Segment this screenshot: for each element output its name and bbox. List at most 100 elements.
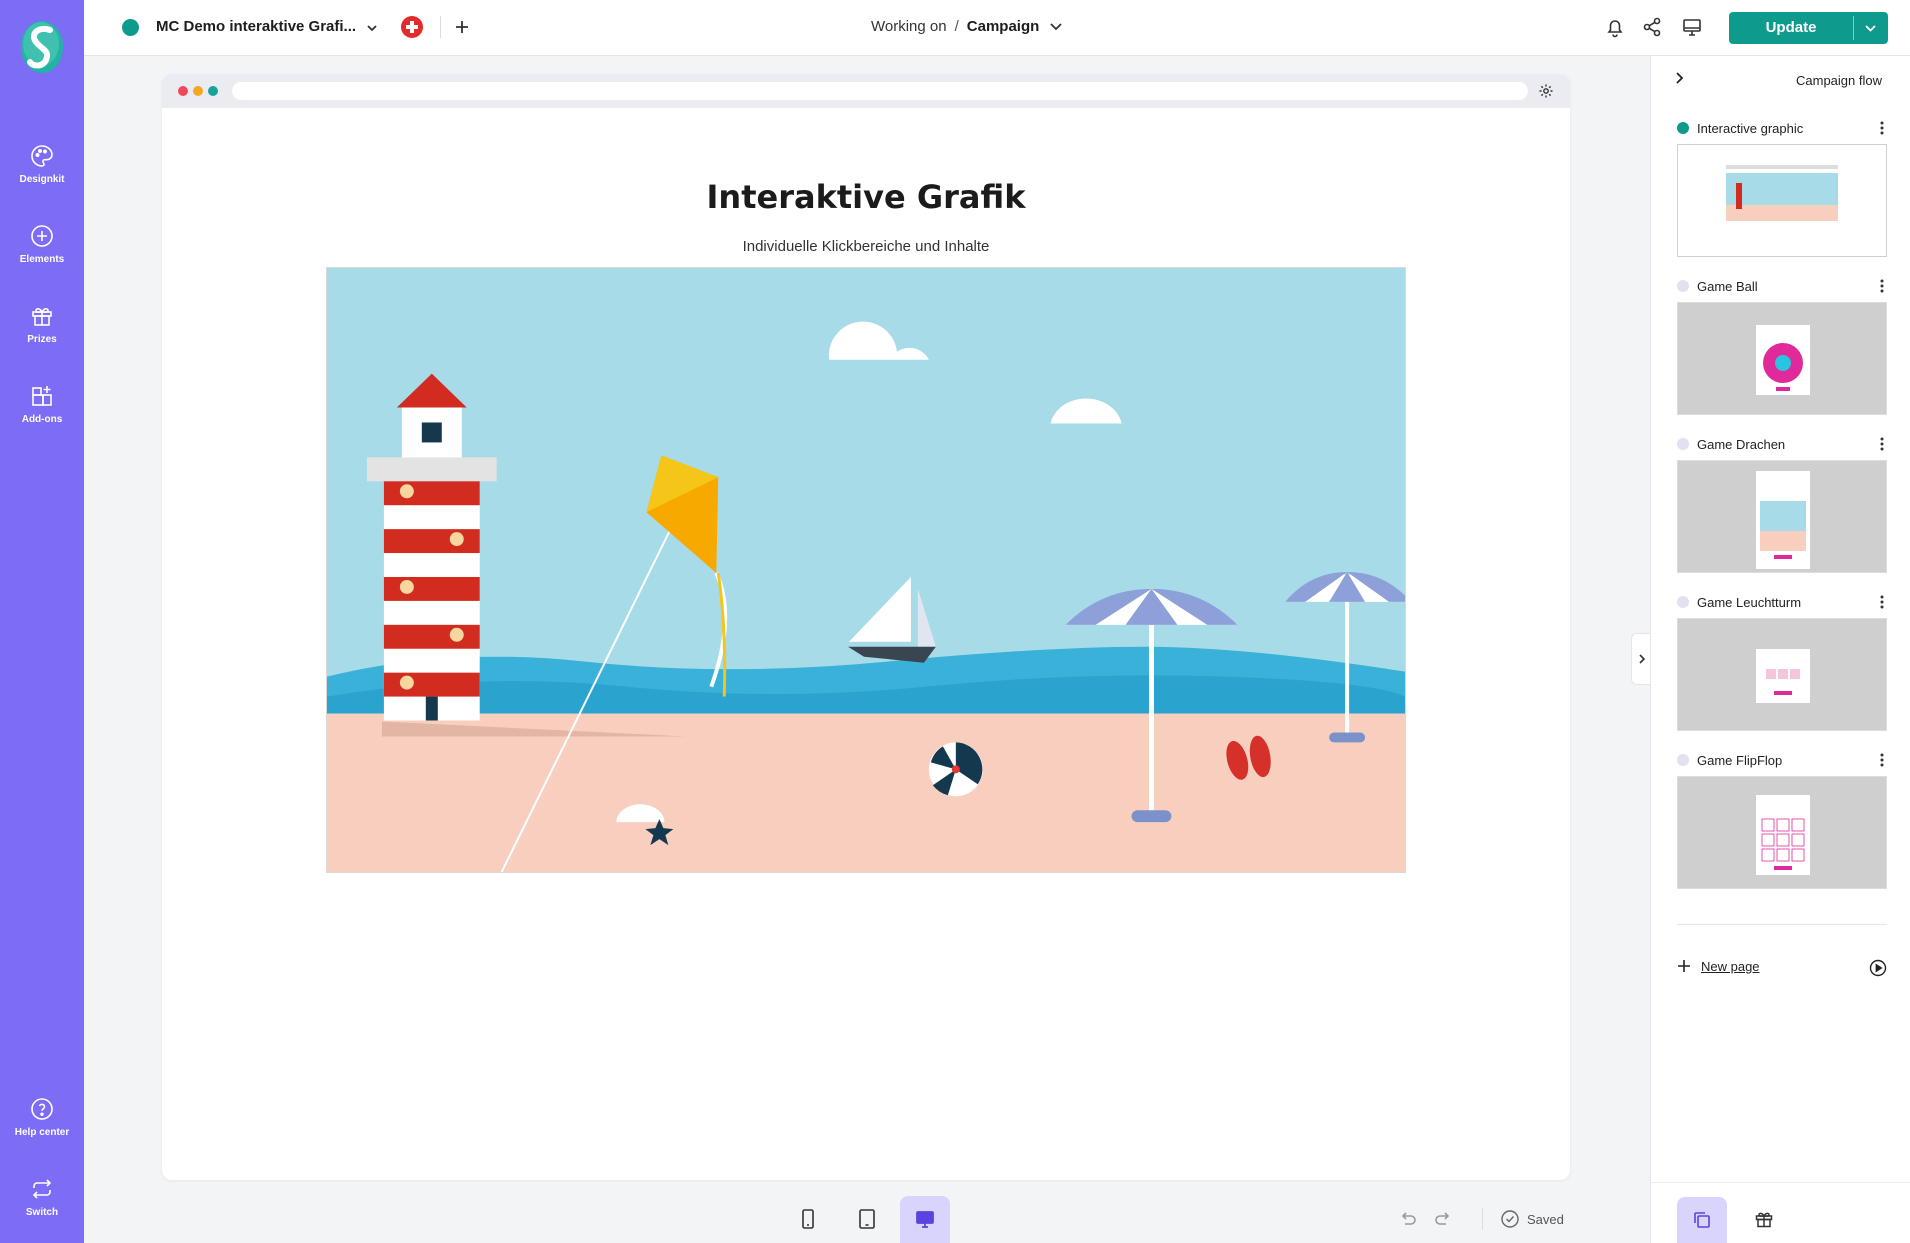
add-ons-icon: [32, 386, 52, 406]
page-item-game-ball[interactable]: Game Ball: [1677, 276, 1887, 296]
more-vertical-icon[interactable]: [1877, 119, 1887, 137]
more-vertical-icon[interactable]: [1877, 751, 1887, 769]
panel-bottom-tabs: [1651, 1182, 1910, 1243]
chevron-down-icon[interactable]: [1046, 17, 1066, 37]
sidebar-item-elements[interactable]: Elements: [0, 224, 84, 265]
new-page-button[interactable]: New page: [1677, 959, 1760, 974]
page-thumbnail[interactable]: [1677, 144, 1887, 257]
window-dot-yellow: [193, 86, 203, 96]
page-item-game-flipflop[interactable]: Game FlipFlop: [1677, 750, 1887, 770]
divider: [1482, 1208, 1483, 1230]
collapse-panel-tab[interactable]: [1631, 633, 1651, 685]
tablet-icon: [859, 1209, 875, 1229]
page-name[interactable]: Game FlipFlop: [1697, 753, 1782, 768]
chevron-down-icon[interactable]: [1853, 12, 1888, 44]
more-vertical-icon[interactable]: [1877, 277, 1887, 295]
page-item-game-leuchtturm[interactable]: Game Leuchtturm: [1677, 592, 1887, 612]
page-name[interactable]: Interactive graphic: [1697, 121, 1803, 136]
check-circle-icon: [1501, 1210, 1519, 1228]
breadcrumb: Working on / Campaign: [871, 18, 1039, 35]
device-mobile-button[interactable]: [783, 1196, 833, 1243]
device-desktop-button[interactable]: [900, 1196, 950, 1243]
canvas-frame: Interaktive Grafik Individuelle Klickber…: [162, 74, 1570, 1180]
page-status-dot: [1677, 122, 1689, 134]
share-icon[interactable]: [1641, 16, 1663, 38]
page-thumbnail[interactable]: [1677, 460, 1887, 573]
plus-icon: [1678, 960, 1690, 972]
gear-icon[interactable]: [1538, 83, 1554, 99]
undo-icon[interactable]: [1398, 1209, 1418, 1229]
palette-icon: [31, 145, 53, 167]
chevron-right-icon[interactable]: [1671, 70, 1687, 86]
desktop-icon: [916, 1211, 934, 1228]
chevron-right-icon: [1639, 654, 1646, 664]
sidebar-item-designkit[interactable]: Designkit: [0, 144, 84, 185]
update-button-label[interactable]: Update: [1729, 12, 1853, 44]
app-logo[interactable]: [20, 20, 64, 74]
redo-icon[interactable]: [1433, 1209, 1453, 1229]
breadcrumb-separator: /: [954, 18, 959, 35]
window-dot-red: [178, 86, 188, 96]
sidebar-item-label: Prizes: [27, 334, 57, 345]
page-name[interactable]: Game Drachen: [1697, 437, 1785, 452]
beach-illustration[interactable]: [326, 267, 1406, 873]
chevron-down-icon[interactable]: [362, 18, 382, 38]
sidebar-item-label: Add-ons: [21, 414, 63, 425]
browser-bar: [162, 74, 1570, 108]
page-thumbnail[interactable]: [1677, 618, 1887, 731]
left-sidebar: Designkit Elements Prizes Add-ons Help c…: [0, 0, 84, 1243]
switch-icon: [32, 1179, 52, 1199]
breadcrumb-prefix: Working on: [871, 18, 947, 35]
thumbnail-preview: [1726, 165, 1838, 221]
top-bar: MC Demo interaktive Grafi... Working on /…: [84, 0, 1910, 56]
page-name[interactable]: Game Leuchtturm: [1697, 595, 1801, 610]
save-status: Saved: [1527, 1212, 1564, 1227]
sidebar-item-add-ons[interactable]: Add-ons: [0, 384, 84, 425]
more-vertical-icon[interactable]: [1877, 593, 1887, 611]
page-status-dot: [1677, 596, 1689, 608]
breadcrumb-current[interactable]: Campaign: [967, 18, 1040, 35]
sidebar-item-label: Elements: [19, 254, 65, 265]
preview-desktop-icon[interactable]: [1681, 16, 1703, 38]
bell-icon[interactable]: [1604, 16, 1626, 38]
mobile-icon: [802, 1209, 814, 1229]
project-status-dot: [122, 19, 139, 36]
gift-icon: [32, 308, 52, 326]
gift-icon[interactable]: [1754, 1209, 1774, 1229]
new-page-label[interactable]: New page: [1701, 959, 1760, 974]
window-dot-green: [208, 86, 218, 96]
project-name[interactable]: MC Demo interaktive Grafi...: [156, 18, 356, 35]
page-thumbnail[interactable]: [1677, 302, 1887, 415]
sidebar-item-help-center[interactable]: Help center: [0, 1097, 84, 1138]
thumbnail-preview: [1756, 649, 1810, 703]
sidebar-item-label: Designkit: [19, 174, 65, 185]
sidebar-item-switch[interactable]: Switch: [0, 1177, 84, 1218]
thumbnail-preview: [1756, 471, 1810, 569]
sidebar-item-label: Help center: [14, 1127, 70, 1138]
divider: [1677, 924, 1887, 925]
page-item-game-drachen[interactable]: Game Drachen: [1677, 434, 1887, 454]
sidebar-item-prizes[interactable]: Prizes: [0, 304, 84, 345]
page-thumbnail[interactable]: [1677, 776, 1887, 889]
page-status-dot: [1677, 754, 1689, 766]
campaign-flow-panel: Campaign flow Interactive graphic Game B…: [1650, 56, 1910, 1243]
page-subtitle[interactable]: Individuelle Klickbereiche und Inhalte: [162, 238, 1570, 255]
device-tablet-button[interactable]: [842, 1196, 892, 1243]
page-status-dot: [1677, 280, 1689, 292]
pages-icon: [1694, 1212, 1710, 1228]
divider: [440, 16, 441, 38]
thumbnail-preview: [1756, 795, 1810, 875]
sidebar-item-label: Switch: [25, 1207, 59, 1218]
plus-circle-icon: [31, 225, 53, 247]
language-flag-icon[interactable]: [401, 16, 423, 38]
url-bar: [232, 82, 1528, 100]
more-vertical-icon[interactable]: [1877, 435, 1887, 453]
page-title[interactable]: Interaktive Grafik: [162, 178, 1570, 216]
tab-pages[interactable]: [1677, 1197, 1727, 1243]
page-item-interactive-graphic[interactable]: Interactive graphic: [1677, 118, 1887, 138]
play-circle-icon[interactable]: [1869, 959, 1887, 977]
page-name[interactable]: Game Ball: [1697, 279, 1758, 294]
add-language-icon[interactable]: [451, 16, 473, 38]
page-status-dot: [1677, 438, 1689, 450]
update-button[interactable]: Update: [1729, 12, 1888, 44]
